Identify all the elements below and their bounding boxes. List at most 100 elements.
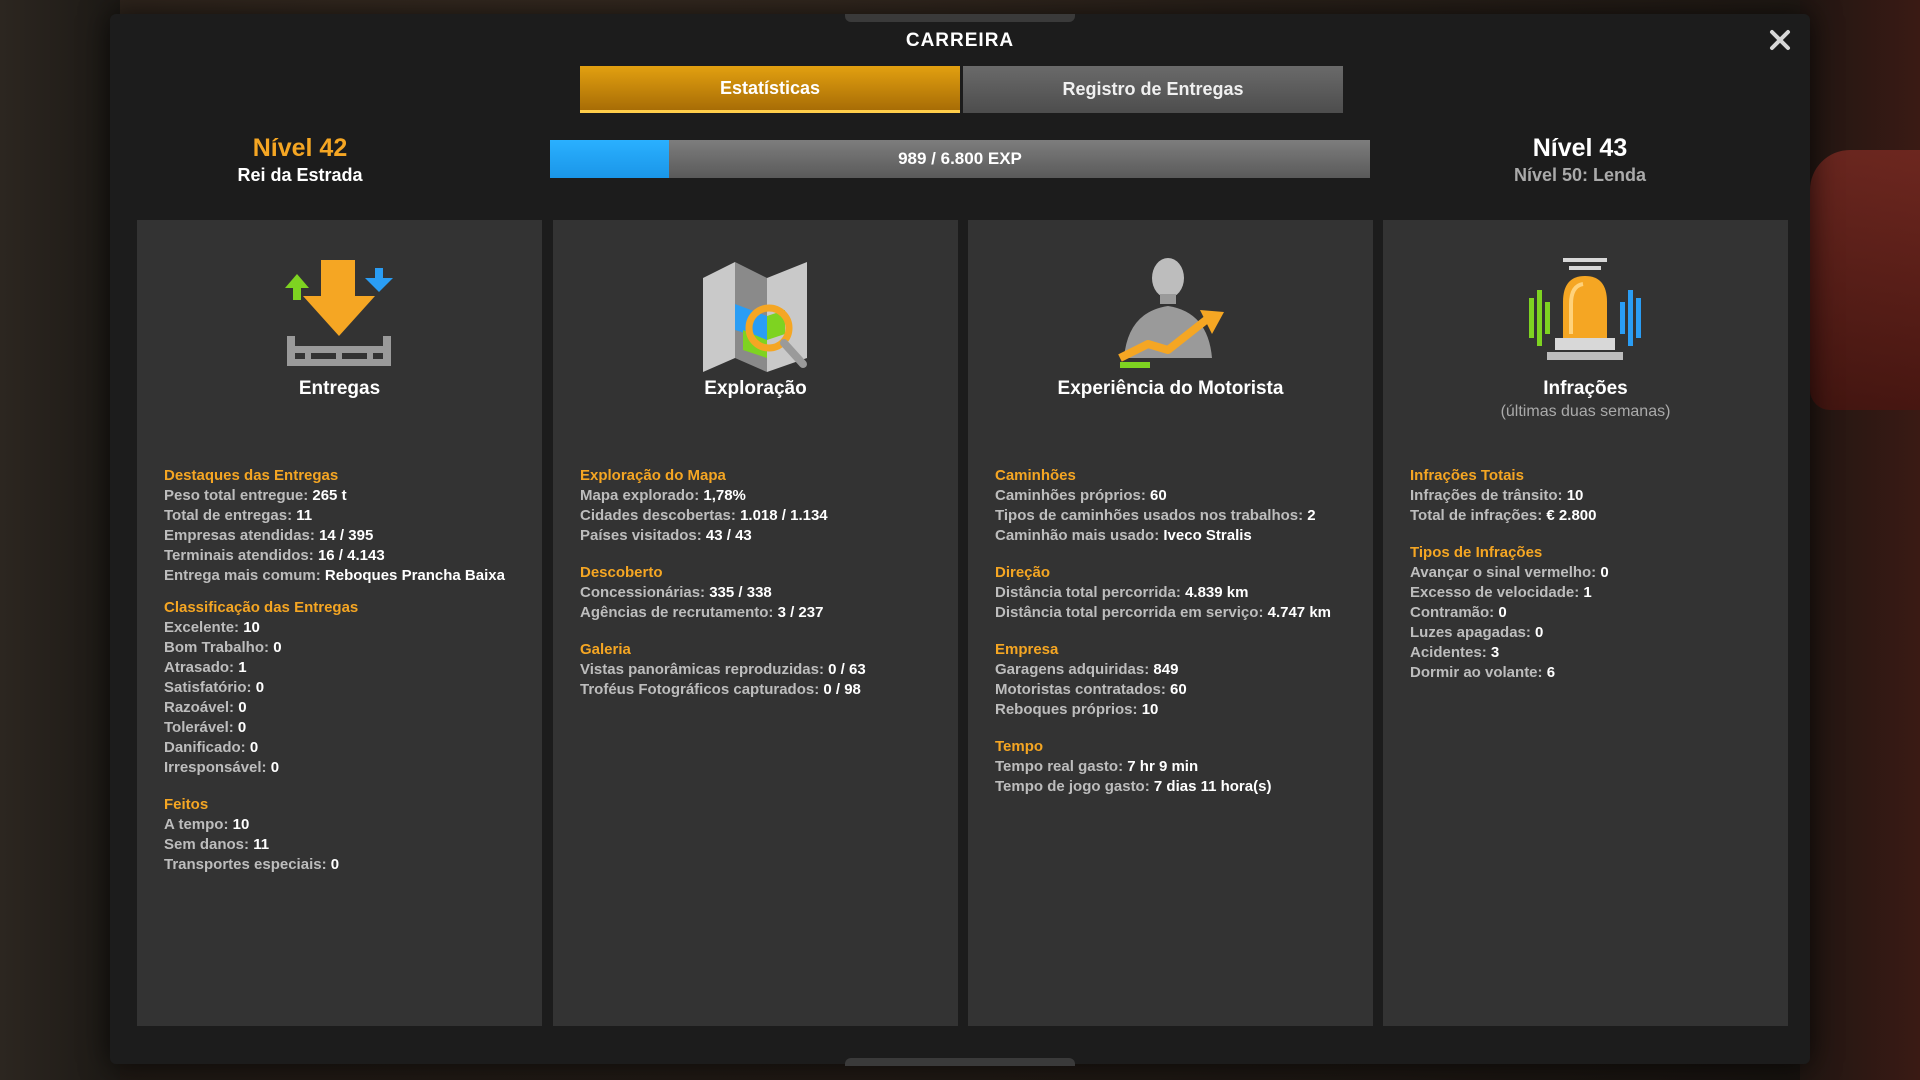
stat-row: Tolerável: 0 [164, 718, 529, 738]
stat-row: Entrega mais comum: Reboques Prancha Bai… [164, 566, 529, 586]
section-heading: Classificação das Entregas [164, 599, 359, 616]
panel-infracoes: Infrações (últimas duas semanas) Infraçõ… [1383, 220, 1788, 1026]
stat-label: Distância total percorrida: [995, 584, 1181, 601]
stat-row: Satisfatório: 0 [164, 678, 529, 698]
stat-value: 6 [1546, 664, 1556, 681]
window-title: CARREIRA [905, 30, 1015, 51]
stat-row: Terminais atendidos: 16 / 4.143 [164, 546, 529, 566]
stat-label: Contramão: [1410, 604, 1495, 621]
stat-row: Avançar o sinal vermelho: 0 [1410, 563, 1775, 583]
section-heading: Tempo [995, 738, 1044, 755]
stat-row: Acidentes: 3 [1410, 643, 1775, 663]
next-level: Nível 43 Nível 50: Lenda [1430, 134, 1730, 186]
stat-row: Tempo real gasto: 7 hr 9 min [995, 757, 1360, 777]
stat-label: Tempo real gasto: [995, 758, 1124, 775]
section-heading: Tipos de Infrações [1410, 544, 1543, 561]
close-button[interactable] [1762, 22, 1798, 58]
stat-row: Irresponsável: 0 [164, 758, 529, 778]
stat-label: Razoável: [164, 699, 235, 716]
stat-row: Motoristas contratados: 60 [995, 680, 1360, 700]
panel-title: Entregas [298, 378, 381, 399]
stat-value: 14 / 395 [319, 527, 374, 544]
section-heading: Caminhões [995, 467, 1076, 484]
stat-value: 60 [1170, 681, 1187, 698]
stat-value: 16 / 4.143 [317, 547, 385, 564]
stat-value: € 2.800 [1546, 507, 1597, 524]
panel-title: Exploração [704, 378, 807, 399]
tab-estatisticas[interactable]: Estatísticas [580, 66, 960, 113]
xp-progress-text: 989 / 6.800 EXP [898, 149, 1022, 168]
stat-value: 2 [1307, 507, 1316, 524]
panel-experiencia-do-motorista: Experiência do Motorista Caminhões Caminh… [968, 220, 1373, 1026]
stat-label: Entrega mais comum: [164, 567, 321, 584]
current-level: Nível 42 Rei da Estrada [150, 134, 450, 186]
stat-value: 849 [1153, 661, 1179, 678]
stat-row: Razoável: 0 [164, 698, 529, 718]
panel-title: Infrações [1543, 378, 1628, 399]
background-left [0, 0, 120, 1080]
panel-content: Destaques das Entregas Peso total entregu… [164, 466, 529, 875]
stat-row: Contramão: 0 [1410, 603, 1775, 623]
section-heading: Galeria [580, 641, 631, 658]
stat-label: Vistas panorâmicas reproduzidas: [580, 661, 824, 678]
stat-value: 10 [232, 816, 250, 833]
stat-value: 0 [1600, 564, 1609, 581]
stat-label: Atrasado: [164, 659, 235, 676]
stat-row: Bom Trabalho: 0 [164, 638, 529, 658]
stat-label: Peso total entregue: [164, 487, 309, 504]
stat-row: Excelente: 10 [164, 618, 529, 638]
stat-label: Infrações de trânsito: [1410, 487, 1563, 504]
stat-label: Excesso de velocidade: [1410, 584, 1580, 601]
stat-value: 1 [1583, 584, 1592, 601]
stat-label: Reboques próprios: [995, 701, 1138, 718]
stat-row: Peso total entregue: 265 t [164, 486, 529, 506]
window-grip-bottom [845, 1058, 1075, 1066]
siren-icon [1529, 258, 1641, 360]
stat-value: 0 [255, 679, 265, 696]
current-level-number: Nível 42 [252, 134, 348, 162]
stat-row: Atrasado: 1 [164, 658, 529, 678]
stat-value: 0 [1498, 604, 1507, 621]
stat-row: Danificado: 0 [164, 738, 529, 758]
stat-row: Reboques próprios: 10 [995, 700, 1360, 720]
stat-row: Países visitados: 43 / 43 [580, 526, 945, 546]
stat-label: Concessionárias: [580, 584, 706, 601]
panel-content: Infrações Totais Infrações de trânsito: 1… [1410, 466, 1775, 683]
stat-label: Acidentes: [1410, 644, 1487, 661]
stat-row: Tempo de jogo gasto: 7 dias 11 hora(s) [995, 777, 1360, 797]
stat-value: 11 [253, 836, 270, 853]
career-window: CARREIRA Estatísticas Registro de Entreg… [110, 14, 1810, 1066]
stat-value: 11 [296, 507, 313, 524]
stat-label: Tolerável: [164, 719, 234, 736]
panel-content: Exploração do Mapa Mapa explorado: 1,78% C… [580, 466, 945, 700]
next-level-number: Nível 43 [1532, 134, 1628, 162]
tab-registro-de-entregas[interactable]: Registro de Entregas [963, 66, 1343, 113]
panel-subtitle: (últimas duas semanas) [1500, 403, 1671, 420]
stat-value: 43 / 43 [705, 527, 752, 544]
window-grip-top [845, 14, 1075, 22]
stat-row: Infrações de trânsito: 10 [1410, 486, 1775, 506]
section-heading: Exploração do Mapa [580, 467, 726, 484]
stat-row: Total de entregas: 11 [164, 506, 529, 526]
stat-row: Excesso de velocidade: 1 [1410, 583, 1775, 603]
stat-label: Caminhão mais usado: [995, 527, 1160, 544]
stat-label: Mapa explorado: [580, 487, 700, 504]
stat-label: Excelente: [164, 619, 240, 636]
stat-row: Troféus Fotográficos capturados: 0 / 98 [580, 680, 945, 700]
stat-row: A tempo: 10 [164, 815, 529, 835]
section-heading: Infrações Totais [1410, 467, 1524, 484]
stat-label: Total de entregas: [164, 507, 293, 524]
stat-label: Distância total percorrida em serviço: [995, 604, 1264, 621]
stat-label: Sem danos: [164, 836, 250, 853]
stat-label: A tempo: [164, 816, 229, 833]
section-heading: Direção [995, 564, 1051, 581]
current-level-title: Rei da Estrada [237, 165, 363, 185]
stat-row: Cidades descobertas: 1.018 / 1.134 [580, 506, 945, 526]
next-level-subtitle: Nível 50: Lenda [1513, 165, 1647, 185]
stat-value: 10 [1566, 487, 1584, 504]
stat-label: Caminhões próprios: [995, 487, 1146, 504]
